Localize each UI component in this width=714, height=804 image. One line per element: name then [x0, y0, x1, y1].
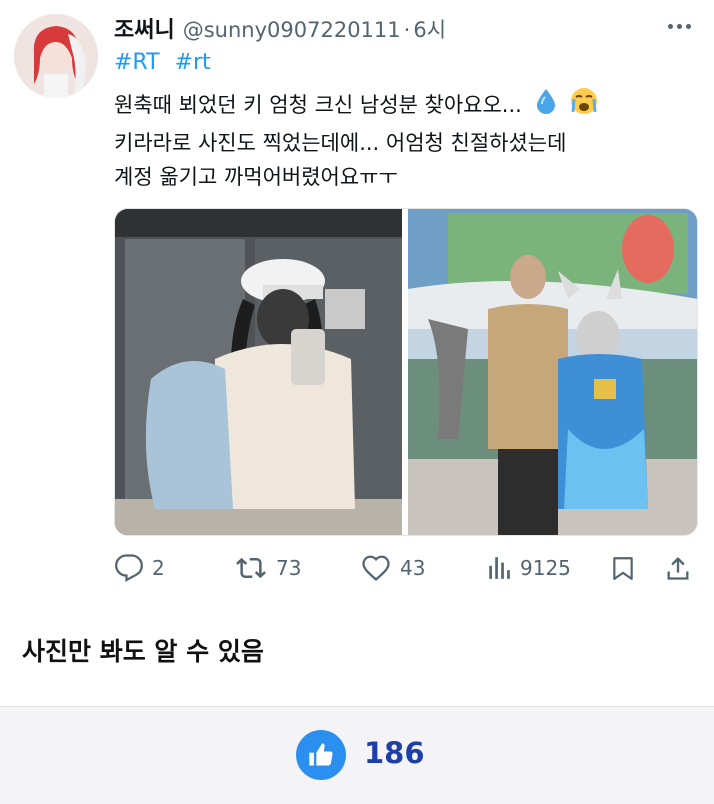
bookmark-button[interactable] — [610, 548, 636, 588]
tweet-text-line: 원축때 뵈었던 키 엄청 크신 남성분 찾아요오... — [114, 86, 704, 126]
like-button[interactable]: 43 — [360, 548, 425, 588]
bookmark-icon — [613, 557, 633, 580]
reply-count: 2 — [152, 556, 165, 580]
reply-button[interactable]: 2 — [114, 548, 165, 588]
tweet-actions: 2 73 43 9125 — [114, 548, 698, 588]
views-chart-icon — [489, 557, 510, 579]
views-button[interactable]: 9125 — [486, 548, 571, 588]
crying-face-emoji — [569, 86, 599, 126]
retweet-button[interactable]: 73 — [234, 548, 301, 588]
more-options-icon[interactable] — [668, 16, 698, 36]
hashtag-list: #RT #rt — [114, 50, 219, 75]
tweet-card[interactable]: 조써니 @sunny0907220111 · 6시 #RT #rt 원축때 뵈었… — [0, 0, 714, 600]
user-handle[interactable]: @sunny0907220111 — [183, 18, 401, 42]
share-button[interactable] — [664, 548, 692, 588]
reply-icon — [115, 554, 143, 582]
timestamp[interactable]: 6시 — [413, 14, 446, 44]
tweet-text-line-2: 키라라로 사진도 찍었는데에... 어엄청 친절하셨는데 — [114, 131, 567, 155]
like-bar — [0, 706, 714, 804]
hashtag-link[interactable]: #RT — [114, 50, 160, 75]
avatar[interactable] — [14, 14, 98, 98]
like-count: 186 — [364, 736, 425, 770]
like-count-tweet: 43 — [400, 556, 426, 580]
tweet-text-line-3: 계정 옮기고 까먹어버렸어요ㅠㅜ — [114, 165, 398, 189]
comment-text: 사진만 봐도 알 수 있음 — [22, 637, 264, 666]
mirror-selfie-photo[interactable] — [115, 209, 402, 535]
tweet-text: 원축때 뵈었던 키 엄청 크신 남성분 찾아요오... 키라라로 사진도 찍었는… — [114, 86, 704, 194]
retweet-icon — [236, 557, 266, 579]
display-name[interactable]: 조써니 — [114, 12, 175, 44]
cosplayer-pose-photo[interactable] — [408, 209, 697, 535]
tweet-text-line-1: 원축때 뵈었던 키 엄청 크신 남성분 찾아요오... — [114, 93, 522, 117]
share-icon — [667, 557, 689, 580]
tweet-header: 조써니 @sunny0907220111 · 6시 — [114, 12, 446, 44]
media-grid — [114, 208, 698, 536]
hashtag-link[interactable]: #rt — [175, 50, 211, 75]
retweet-count: 73 — [276, 556, 302, 580]
heart-icon — [362, 555, 390, 582]
views-count: 9125 — [520, 556, 571, 580]
droplet-emoji — [533, 87, 559, 125]
separator-dot: · — [403, 18, 411, 42]
thumbs-up-icon[interactable] — [296, 730, 346, 780]
